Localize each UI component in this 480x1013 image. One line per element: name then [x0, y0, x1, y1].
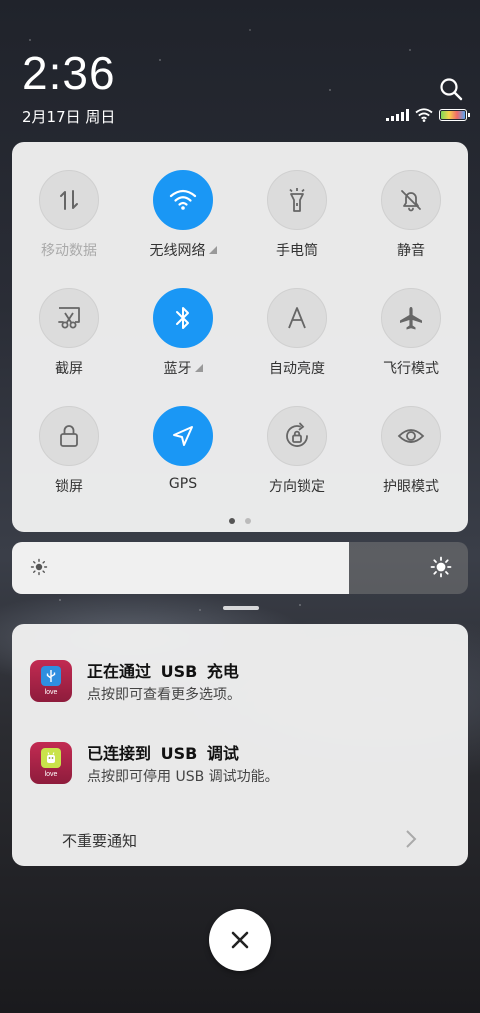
mute-bell-icon[interactable]: [381, 170, 441, 230]
rotation-lock-icon[interactable]: [267, 406, 327, 466]
tile-airplane[interactable]: 飞行模式: [354, 288, 468, 382]
screenshot-icon[interactable]: [39, 288, 99, 348]
battery-icon: [439, 109, 470, 121]
tile-gps[interactable]: GPS: [126, 406, 240, 500]
tile-lock[interactable]: 锁屏: [12, 406, 126, 500]
tile-mute-bell[interactable]: 静音: [354, 170, 468, 264]
flashlight-icon[interactable]: [267, 170, 327, 230]
tile-label-text: 自动亮度: [269, 361, 325, 377]
usb-app-icon: love: [30, 660, 72, 702]
tile-label: 飞行模式: [383, 358, 439, 378]
tile-label: 护眼模式: [383, 476, 439, 496]
close-icon: [231, 931, 249, 949]
tile-bluetooth[interactable]: 蓝牙: [126, 288, 240, 382]
quick-settings-panel: 移动数据 无线网络 手电筒 静音截屏 蓝牙 自动亮度 飞行模式锁屏 GPS 方向锁定 护眼模式: [12, 142, 468, 532]
tile-label-text: 无线网络: [149, 243, 206, 259]
expand-triangle-icon[interactable]: [208, 246, 217, 254]
wifi-status-icon: [415, 108, 433, 122]
gps-icon[interactable]: [153, 406, 213, 466]
tile-label-text: GPS: [168, 476, 198, 492]
quick-settings-grid: 移动数据 无线网络 手电筒 静音截屏 蓝牙 自动亮度 飞行模式锁屏 GPS 方向锁定 护眼模式: [12, 170, 468, 500]
airplane-icon[interactable]: [381, 288, 441, 348]
tile-label: 蓝牙: [164, 358, 203, 378]
status-icons: [386, 108, 470, 122]
tile-label: 无线网络: [150, 240, 217, 260]
notification-title: 正在通过 USB 充电: [87, 662, 239, 681]
signal-icon: [386, 109, 409, 121]
notification-body: 点按即可停用 USB 调试功能。: [87, 769, 279, 785]
chevron-right-icon[interactable]: [404, 828, 418, 850]
expand-triangle-icon[interactable]: [194, 364, 203, 372]
eye-icon[interactable]: [381, 406, 441, 466]
tile-auto-brightness[interactable]: 自动亮度: [240, 288, 354, 382]
android-icon: [41, 748, 61, 768]
tile-label-text: 静音: [397, 243, 425, 259]
tile-label-text: 护眼模式: [383, 479, 439, 495]
search-icon[interactable]: [438, 76, 464, 102]
tile-label: 截屏: [55, 358, 83, 378]
drag-handle[interactable]: [223, 606, 259, 610]
mobile-data-icon[interactable]: [39, 170, 99, 230]
tile-label: 手电筒: [276, 240, 318, 260]
page-indicator: [12, 518, 468, 524]
page-dot-2[interactable]: [245, 518, 251, 524]
clear-all-button[interactable]: [209, 909, 271, 971]
tile-label: 静音: [397, 240, 425, 260]
brightness-high-icon: [430, 556, 452, 578]
brightness-slider-fill: [12, 542, 350, 594]
tile-label-text: 锁屏: [55, 479, 83, 495]
notification-usb-charging[interactable]: love 正在通过 USB 充电 点按即可查看更多选项。: [12, 652, 468, 712]
tile-label-text: 截屏: [55, 361, 83, 377]
battery-level: [441, 111, 465, 119]
notification-body: 点按即可查看更多选项。: [87, 687, 241, 703]
brightness-low-icon: [30, 558, 48, 576]
tile-eye[interactable]: 护眼模式: [354, 406, 468, 500]
notification-card: love 正在通过 USB 充电 点按即可查看更多选项。 love 已连接到 U…: [12, 624, 468, 866]
tile-label-text: 方向锁定: [269, 479, 325, 495]
tile-label: 方向锁定: [269, 476, 325, 496]
debug-app-icon: love: [30, 742, 72, 784]
usb-icon: [41, 666, 61, 686]
unimportant-notifications-link[interactable]: 不重要通知: [62, 830, 137, 851]
page-dot-1[interactable]: [229, 518, 235, 524]
bluetooth-icon[interactable]: [153, 288, 213, 348]
tile-wifi[interactable]: 无线网络: [126, 170, 240, 264]
tile-label: GPS: [169, 476, 197, 492]
tile-mobile-data[interactable]: 移动数据: [12, 170, 126, 264]
clock: 2:36: [22, 47, 116, 99]
date: 2月17日 周日: [22, 108, 116, 126]
notification-usb-debugging[interactable]: love 已连接到 USB 调试 点按即可停用 USB 调试功能。: [12, 734, 468, 794]
tile-label-text: 手电筒: [276, 243, 318, 259]
brightness-slider[interactable]: [12, 542, 468, 594]
lock-icon[interactable]: [39, 406, 99, 466]
notification-title: 已连接到 USB 调试: [87, 744, 239, 763]
tile-screenshot[interactable]: 截屏: [12, 288, 126, 382]
tile-label-text: 移动数据: [41, 243, 97, 259]
tile-label-text: 蓝牙: [163, 361, 192, 377]
auto-brightness-icon[interactable]: [267, 288, 327, 348]
tile-rotation-lock[interactable]: 方向锁定: [240, 406, 354, 500]
tile-label-text: 飞行模式: [383, 361, 439, 377]
tile-flashlight[interactable]: 手电筒: [240, 170, 354, 264]
tile-label: 移动数据: [41, 240, 97, 260]
tile-label: 锁屏: [55, 476, 83, 496]
status-area: 2:36 2月17日 周日: [0, 0, 480, 140]
tile-label: 自动亮度: [269, 358, 325, 378]
wifi-icon[interactable]: [153, 170, 213, 230]
